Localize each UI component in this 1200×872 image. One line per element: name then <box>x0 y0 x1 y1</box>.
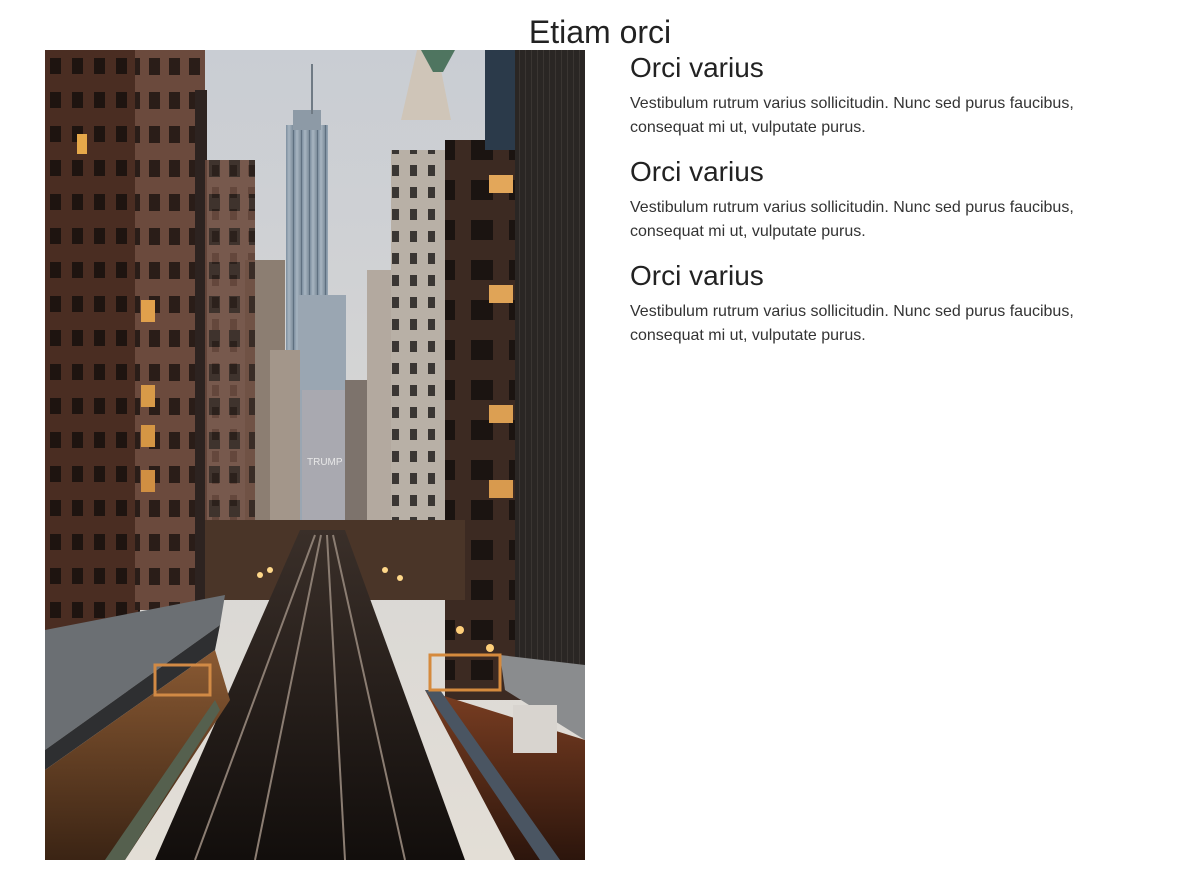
feature-text: Vestibulum rutrum varius sollicitudin. N… <box>630 199 1074 240</box>
feature-heading: Orci varius <box>630 260 764 291</box>
city-photo: TRUMP <box>45 50 585 860</box>
feature-item: Orci varius Vestibulum rutrum varius sol… <box>630 258 1150 348</box>
feature-text: Vestibulum rutrum varius sollicitudin. N… <box>630 95 1074 136</box>
page-title: Etiam orci <box>528 14 672 50</box>
feature-item: Orci varius Vestibulum rutrum varius sol… <box>630 154 1150 244</box>
feature-heading: Orci varius <box>630 52 764 83</box>
feature-text: Vestibulum rutrum varius sollicitudin. N… <box>630 303 1074 344</box>
features-list: Orci varius Vestibulum rutrum varius sol… <box>630 50 1150 362</box>
feature-item: Orci varius Vestibulum rutrum varius sol… <box>630 50 1150 140</box>
feature-heading: Orci varius <box>630 156 764 187</box>
building-sign: TRUMP <box>307 457 343 468</box>
